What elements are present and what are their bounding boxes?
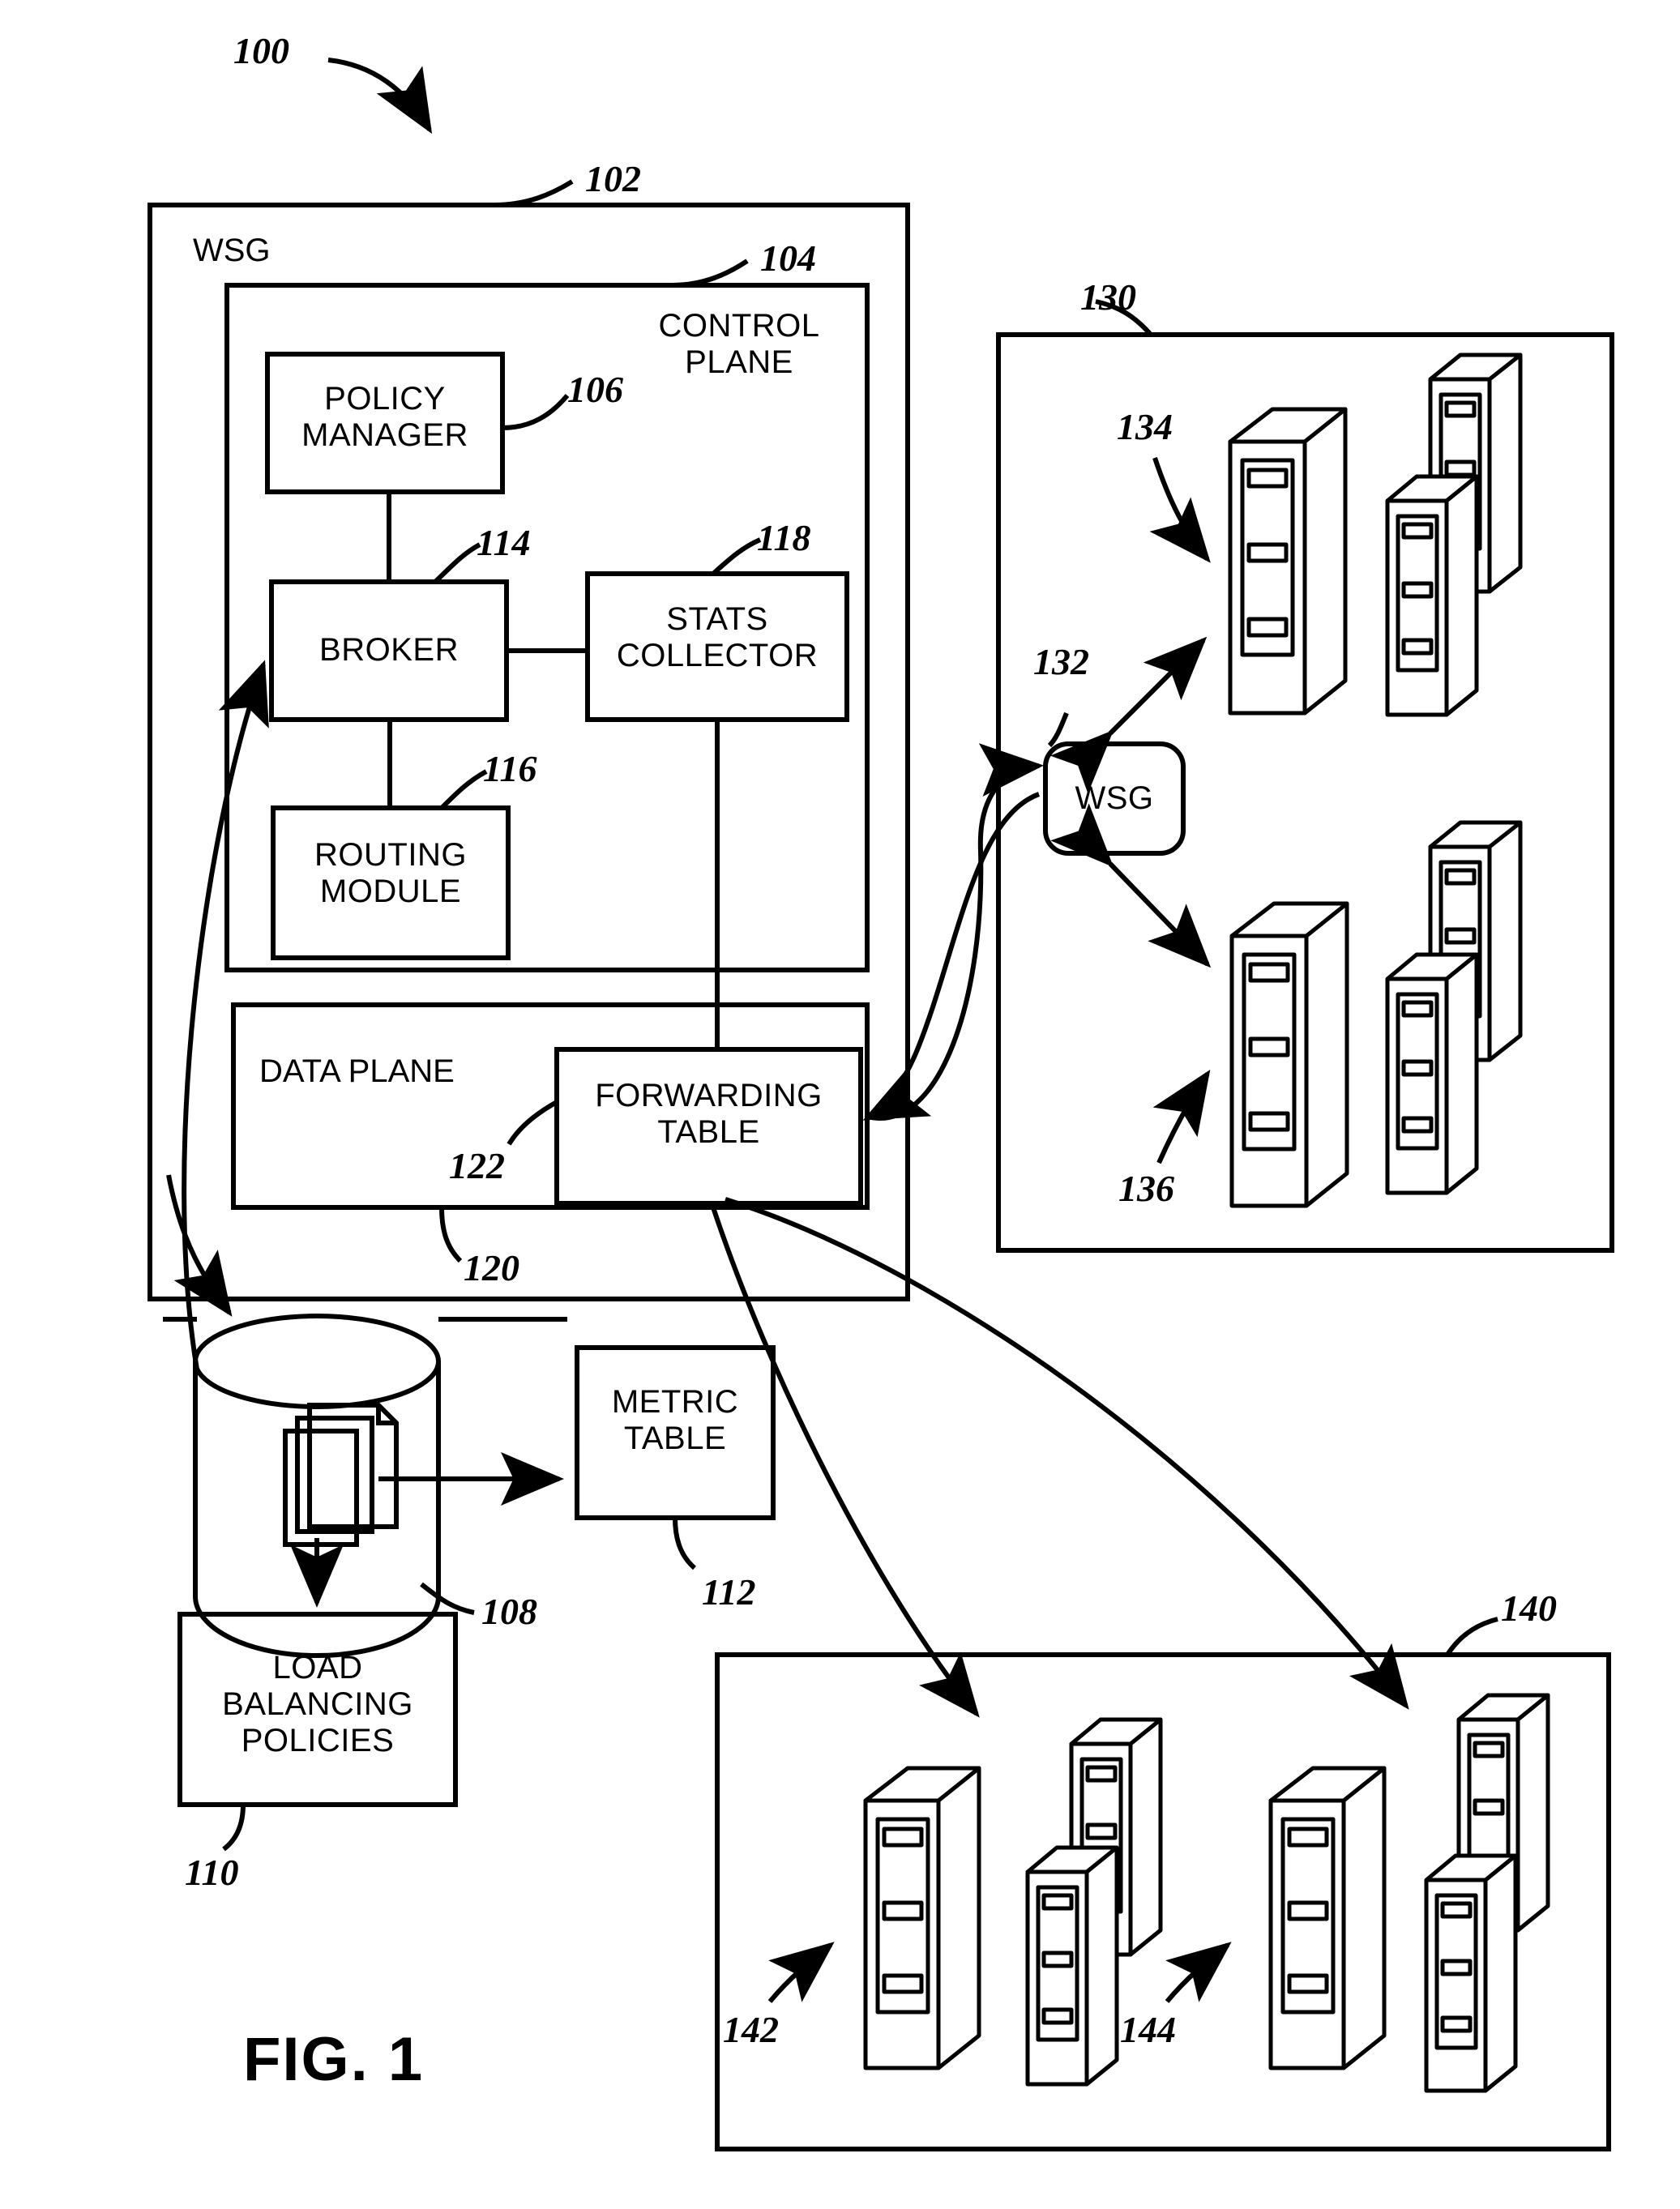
leader-144 <box>1165 1942 1232 2003</box>
patent-figure: 100 WSG 102 CONTROL PLANE 104 POLICY MAN… <box>0 0 1680 2209</box>
ref-100: 100 <box>233 30 289 71</box>
hook-104 <box>672 258 749 288</box>
ref-140: 140 <box>1501 1587 1557 1629</box>
hook-118 <box>711 537 762 576</box>
server-icon <box>1229 901 1349 1208</box>
stats-collector-box <box>585 571 849 722</box>
ref-130: 130 <box>1080 276 1136 318</box>
hook-112 <box>673 1517 697 1570</box>
hook-106 <box>502 394 570 430</box>
leader-136 <box>1152 1070 1211 1164</box>
server-icon <box>1025 1845 1119 2087</box>
arrow-wsgnode-server136 <box>1050 803 1212 968</box>
leader-100 <box>327 58 433 135</box>
hook-116 <box>439 769 488 810</box>
ref-104: 104 <box>760 237 816 279</box>
hook-108 <box>420 1582 475 1615</box>
wsg-outer-title: WSG <box>193 233 271 268</box>
ref-134: 134 <box>1117 406 1173 447</box>
ref-118: 118 <box>757 517 811 558</box>
ref-144: 144 <box>1120 2009 1176 2050</box>
ref-112: 112 <box>702 1571 756 1613</box>
hook-132 <box>1047 711 1069 748</box>
ref-110: 110 <box>185 1852 239 1893</box>
ref-120: 120 <box>464 1247 519 1288</box>
ref-116: 116 <box>483 748 537 789</box>
figure-canvas <box>147 58 1614 2151</box>
leader-142 <box>767 1942 835 2003</box>
ref-108: 108 <box>481 1591 537 1632</box>
arrow-forwarding-to-site-lower-right <box>725 1197 1409 1710</box>
arrow-wsgnode-server134 <box>1049 636 1208 794</box>
server-icon <box>1424 1853 1518 2093</box>
ref-132: 132 <box>1033 641 1089 682</box>
load-balancing-policies-box <box>177 1612 458 1807</box>
server-icon <box>1228 407 1348 716</box>
hook-102 <box>494 179 574 207</box>
metric-table-box <box>575 1345 776 1520</box>
policy-manager-box <box>265 352 505 494</box>
server-icon <box>1385 474 1479 717</box>
hook-114 <box>433 542 481 584</box>
ref-102: 102 <box>585 158 641 199</box>
hook-110 <box>222 1804 246 1852</box>
data-plane-title: DATA PLANE <box>259 1053 455 1089</box>
forwarding-table-box <box>554 1047 863 1206</box>
wsg-node-box <box>1043 741 1186 856</box>
ref-122: 122 <box>449 1145 505 1186</box>
arrow-wsg-to-storage <box>166 1174 233 1317</box>
link-wsg-node-to-forwarding <box>862 792 1041 1121</box>
hook-120 <box>439 1207 463 1263</box>
hook-122 <box>507 1100 558 1146</box>
server-icon <box>863 1766 981 2070</box>
server-icon <box>1268 1766 1387 2070</box>
broker-box <box>269 579 509 722</box>
routing-module-box <box>271 805 511 960</box>
storage-cylinder-top <box>193 1314 441 1409</box>
hook-140 <box>1445 1617 1498 1656</box>
ref-114: 114 <box>477 522 531 563</box>
ref-136: 136 <box>1118 1168 1174 1209</box>
arrow-forwarding-to-site-lower-left <box>711 1207 980 1718</box>
control-plane-box <box>224 283 870 972</box>
ref-106: 106 <box>567 369 623 410</box>
leader-134 <box>1149 457 1211 563</box>
server-icon <box>1385 952 1479 1195</box>
figure-caption: FIG. 1 <box>243 2025 425 2094</box>
ref-142: 142 <box>723 2009 779 2050</box>
